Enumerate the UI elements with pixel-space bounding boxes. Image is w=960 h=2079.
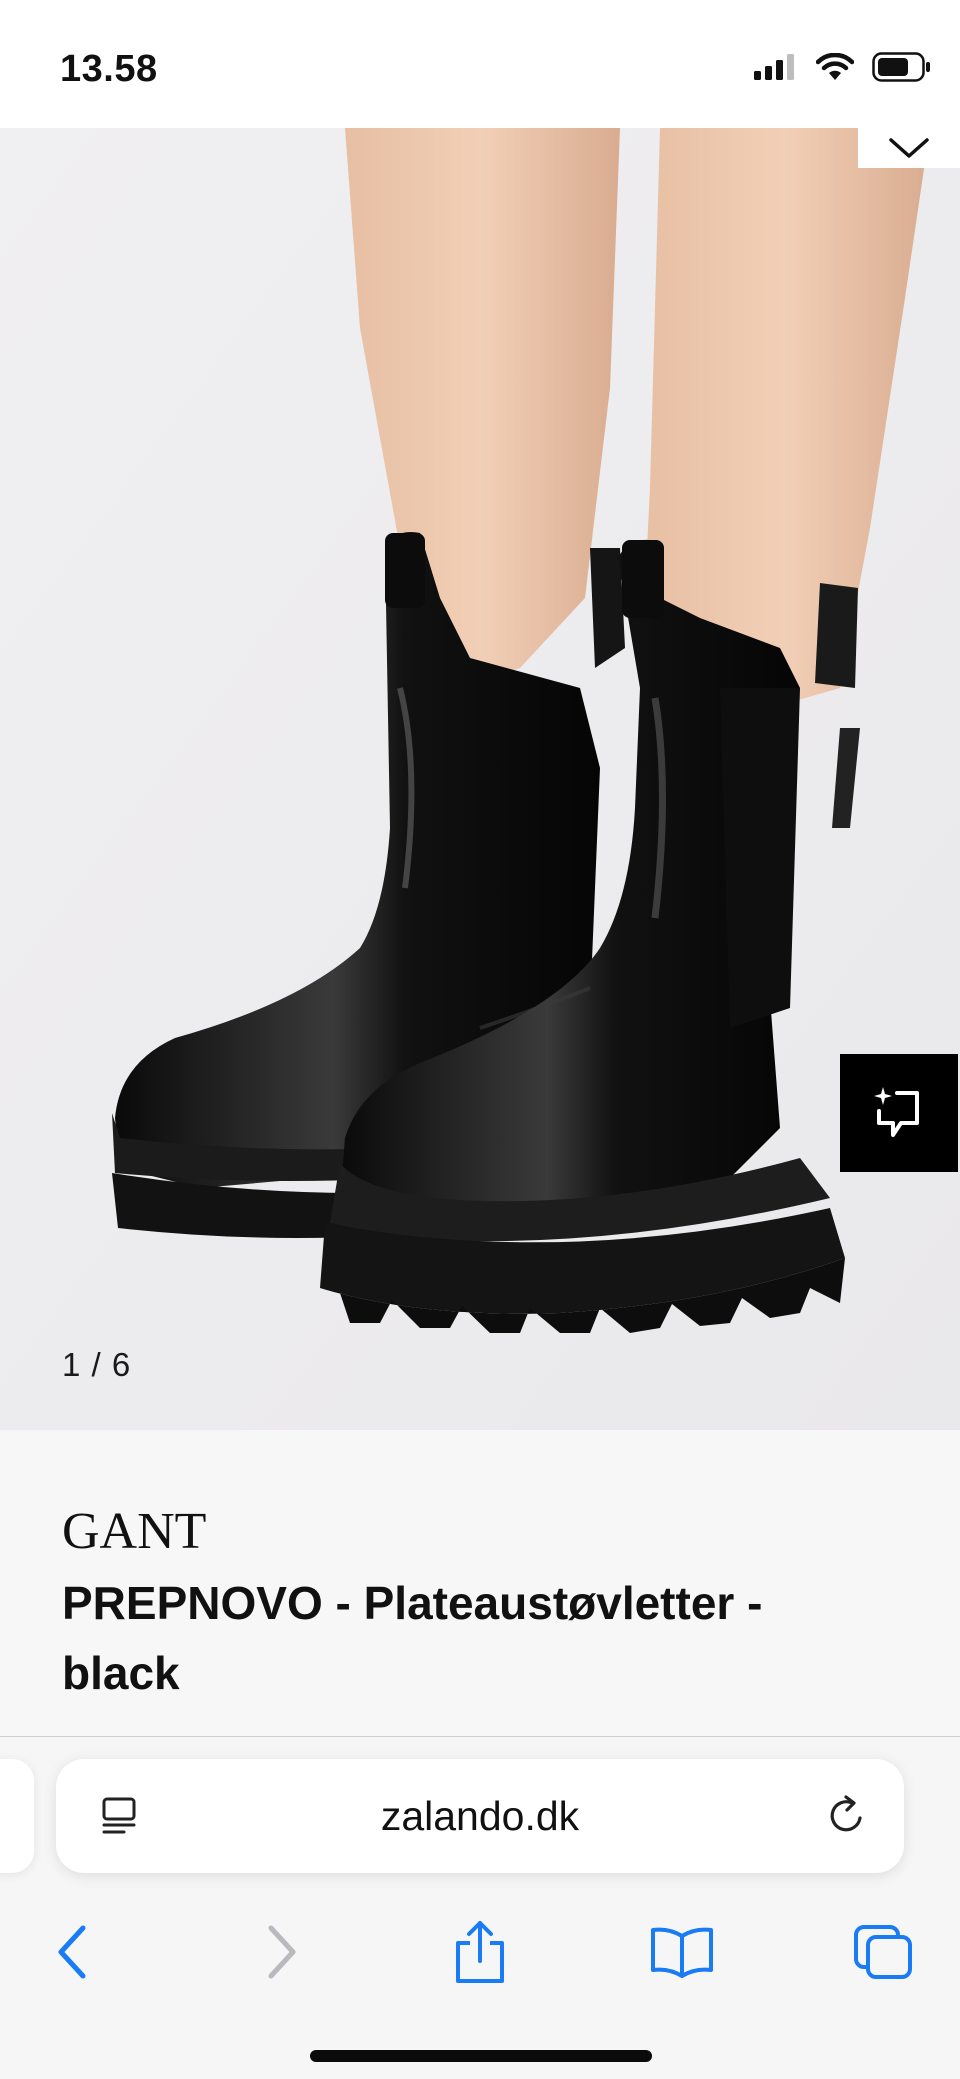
url-text[interactable]: zalando.dk — [56, 1793, 904, 1840]
bookmarks-icon — [651, 1927, 713, 1978]
virtual-try-on-icon — [874, 1087, 919, 1137]
product-image-gallery[interactable]: 1 / 6 — [0, 128, 960, 1430]
back-icon — [58, 1925, 86, 1979]
battery-icon — [872, 52, 930, 82]
reload-icon — [830, 1795, 862, 1832]
product-info: GANT PREPNOVO - Plateaustøvletter - blac… — [0, 1430, 960, 1736]
tabs-icon — [854, 1925, 912, 1979]
wifi-icon — [816, 53, 854, 80]
share-icon — [456, 1921, 504, 1983]
status-icons — [754, 52, 932, 82]
back-button[interactable] — [28, 1907, 118, 1997]
share-button[interactable] — [435, 1907, 525, 1997]
tabs-button[interactable] — [838, 1907, 928, 1997]
cellular-signal-icon — [754, 54, 794, 80]
product-title: PREPNOVO - Plateaustøvletter - black — [62, 1577, 763, 1699]
address-bar[interactable]: zalando.dk — [56, 1759, 904, 1873]
browser-toolbar — [0, 1907, 960, 2017]
brand-name[interactable]: GANT — [62, 1502, 206, 1561]
previous-tab-preview[interactable] — [0, 1759, 34, 1873]
browser-chrome: zalando.dk — [0, 1736, 960, 2079]
virtual-try-on-button[interactable] — [840, 1054, 958, 1172]
bookmarks-button[interactable] — [637, 1907, 727, 1997]
chevron-down-icon — [889, 138, 929, 158]
forward-button[interactable] — [236, 1907, 326, 1997]
status-bar: 13.58 — [0, 0, 960, 128]
reload-button[interactable] — [824, 1793, 870, 1844]
image-counter: 1 / 6 — [62, 1346, 132, 1383]
product-image — [0, 128, 960, 1430]
forward-icon — [268, 1925, 296, 1979]
collapse-button[interactable] — [858, 128, 960, 168]
status-time: 13.58 — [60, 48, 158, 90]
home-indicator — [310, 2050, 652, 2062]
